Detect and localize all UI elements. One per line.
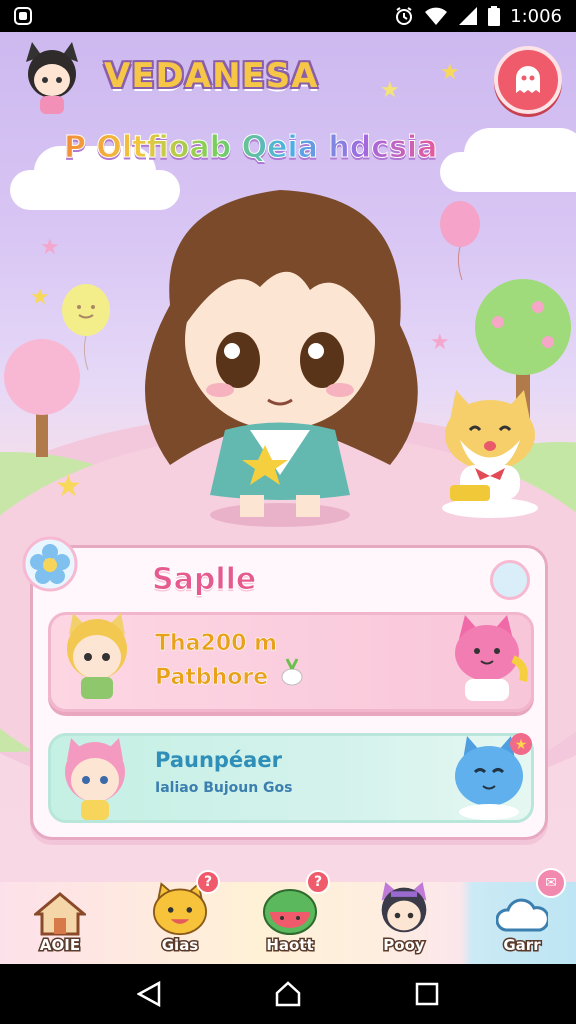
character-icon <box>381 882 427 933</box>
game-subtitle: P Oltfioab Qeia hdcsia <box>63 130 438 166</box>
card-line-1: Tha200 m <box>155 631 278 657</box>
nav-label: Garr <box>502 935 542 956</box>
star-decoration: ★ <box>380 78 400 103</box>
star-decoration: ★ <box>30 285 50 310</box>
main-character[interactable] <box>110 175 450 530</box>
house-icon <box>34 892 86 936</box>
cloud <box>440 152 550 192</box>
card-line-1: Paunpéaer <box>155 748 282 772</box>
cloud-icon <box>496 898 548 932</box>
status-bar: 1:006 <box>0 0 576 32</box>
battery-icon <box>488 6 501 26</box>
nav-label: AOIE <box>38 935 81 956</box>
system-nav-bar <box>0 964 576 1024</box>
app-notification-icon <box>14 7 32 25</box>
card-item[interactable]: Tha200 m Patbhore <box>48 612 534 712</box>
bottom-nav: AOIE Gias ? Haott ? Pooy Garr ✉ <box>0 868 576 964</box>
nav-item-pooy[interactable]: Pooy <box>362 882 446 964</box>
gift-badge[interactable]: ✉ <box>536 868 566 898</box>
game-screen: 1:006 ★ ★ ★ ★ ★ ★ VEDANESA P Oltfioab Qe… <box>0 0 576 1024</box>
nav-item-home[interactable]: AOIE <box>22 882 98 964</box>
card-character-portrait <box>67 613 127 699</box>
notification-badge: ? <box>306 870 330 894</box>
svg-text:★: ★ <box>515 737 528 753</box>
wifi-icon <box>425 7 448 25</box>
nav-label: Pooy <box>382 935 426 956</box>
flower-button[interactable] <box>22 536 78 592</box>
nav-label: Haott <box>265 935 315 956</box>
panel-title: Saplle <box>151 562 257 598</box>
card-line-2: Ialiao Bujoun Gos <box>155 780 293 796</box>
nav-label: Gias <box>160 935 199 956</box>
pet-cat[interactable] <box>430 380 540 520</box>
panel-options-button[interactable] <box>490 560 530 600</box>
game-title: VEDANESA <box>104 56 319 96</box>
cloud <box>10 170 120 210</box>
star-decoration: ★ <box>40 235 60 260</box>
ghost-icon <box>516 66 540 93</box>
home-icon[interactable] <box>274 981 302 1007</box>
alarm-icon <box>396 7 413 25</box>
recents-icon[interactable] <box>415 982 439 1006</box>
nav-item-gias[interactable]: Gias ? <box>138 870 222 964</box>
status-icons: 1:006 <box>394 6 562 27</box>
nav-item-haott[interactable]: Haott ? <box>250 870 330 964</box>
card-line-2: Patbhore <box>155 665 269 691</box>
star-decoration: ★ <box>55 469 82 504</box>
star-decoration: ★ <box>440 60 460 85</box>
menu-button[interactable] <box>494 46 562 114</box>
signal-icon <box>459 7 478 25</box>
player-avatar[interactable] <box>16 40 88 116</box>
blue-cat-figure: ★ <box>455 733 532 820</box>
balloon-face-icon <box>62 284 110 371</box>
notification-badge: ? <box>196 870 220 894</box>
radish-icon <box>281 658 303 686</box>
back-icon[interactable] <box>136 981 161 1007</box>
card-character-portrait <box>65 738 125 820</box>
status-time: 1:006 <box>510 5 562 27</box>
card-item[interactable]: Paunpéaer Ialiao Bujoun Gos ★ <box>48 733 534 823</box>
pink-cat-figure <box>455 615 528 701</box>
